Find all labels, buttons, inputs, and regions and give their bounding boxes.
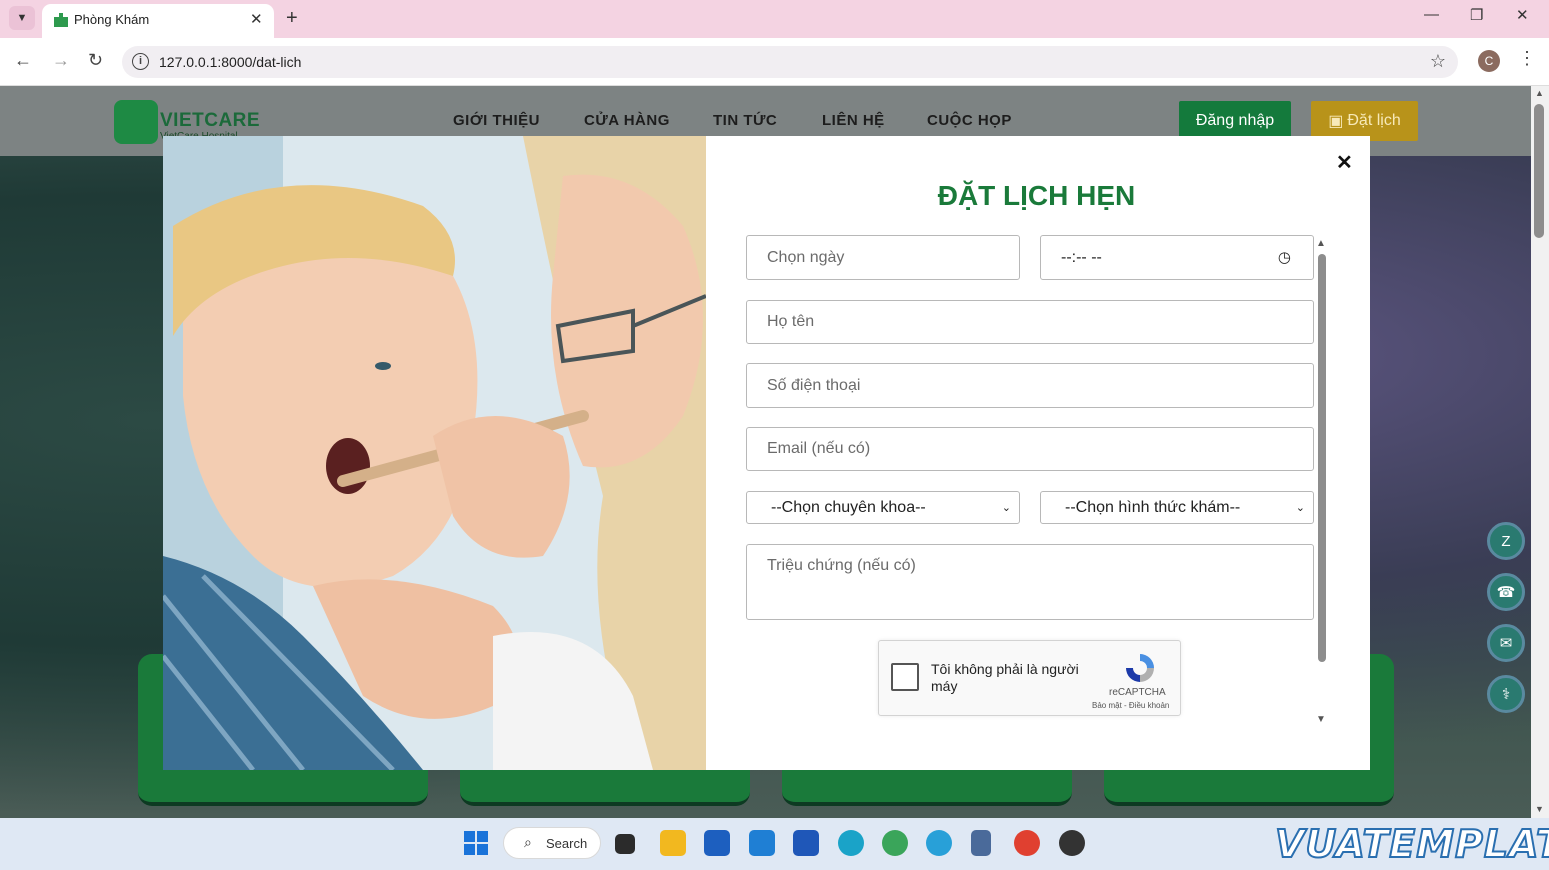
logo-name: VIETCARE: [160, 110, 261, 131]
tab-title: Phòng Khám: [74, 12, 150, 27]
booking-modal: ✕ ĐẶT LỊCH HẸN Chọn ngày --:-- -- ◷ Họ t…: [163, 136, 1370, 770]
specialty-select-value: --Chọn chuyên khoa--: [771, 498, 926, 516]
clock-icon[interactable]: ◷: [1278, 248, 1291, 266]
symptoms-textarea[interactable]: Triệu chứng (nếu có): [746, 544, 1314, 620]
exam-type-select-value: --Chọn hình thức khám--: [1065, 498, 1241, 516]
web-page: VIETCARE VietCare Hospital GIỚI THIỆU CỬ…: [0, 86, 1531, 818]
new-tab-button[interactable]: +: [286, 7, 298, 30]
modal-close-icon[interactable]: ✕: [1336, 150, 1353, 175]
page-scrollbar[interactable]: ▲ ▼: [1531, 86, 1549, 818]
windows-taskbar: ⌕ Search VUATEMPLATE: [0, 818, 1549, 870]
tab-close-icon[interactable]: ✕: [250, 10, 263, 28]
file-explorer-icon[interactable]: [660, 830, 686, 856]
page-scroll-up-icon[interactable]: ▲: [1535, 88, 1544, 98]
recaptcha-checkbox[interactable]: [891, 663, 919, 691]
browser-tab-bar: ▼ Phòng Khám ✕ + — ❐ ✕: [0, 0, 1549, 38]
tab-search-button[interactable]: ▼: [9, 6, 35, 30]
page-scrollbar-thumb[interactable]: [1534, 104, 1544, 238]
login-button[interactable]: Đăng nhập: [1179, 101, 1291, 141]
address-bar[interactable]: i 127.0.0.1:8000/dat-lich ☆: [122, 46, 1458, 78]
profile-avatar[interactable]: C: [1478, 50, 1500, 72]
app-icon[interactable]: [1059, 830, 1085, 856]
url-text[interactable]: 127.0.0.1:8000/dat-lich: [159, 54, 301, 70]
nav-cuoc-hop[interactable]: CUỘC HỌP: [927, 112, 1012, 129]
doctor-child-photo: [163, 136, 706, 770]
email-input[interactable]: Email (nếu có): [746, 427, 1314, 471]
microsoft-store-icon[interactable]: [704, 830, 730, 856]
logo-cross-icon: [114, 100, 158, 144]
word-icon[interactable]: [793, 830, 819, 856]
doctor-examining-child-illustration: [163, 136, 706, 770]
notepad-icon[interactable]: [971, 830, 991, 856]
modal-scroll-down-icon[interactable]: ▼: [1316, 714, 1326, 725]
nav-tin-tuc[interactable]: TIN TỨC: [713, 112, 777, 129]
chrome-icon[interactable]: [1014, 830, 1040, 856]
nav-gioi-thieu[interactable]: GIỚI THIỆU: [453, 112, 540, 129]
vscode-icon[interactable]: [749, 830, 775, 856]
forward-button[interactable]: →: [52, 50, 70, 71]
zalo-icon[interactable]: Z: [1487, 522, 1525, 560]
edge-icon[interactable]: [838, 830, 864, 856]
watermark-logo: VUATEMPLATE: [1274, 821, 1549, 867]
exam-type-select[interactable]: --Chọn hình thức khám-- ⌄: [1040, 491, 1314, 524]
minimize-button[interactable]: —: [1424, 6, 1439, 23]
taskbar-search-label: Search: [546, 836, 588, 851]
modal-title: ĐẶT LỊCH HẸN: [937, 180, 1136, 211]
recaptcha-brand: reCAPTCHA: [1109, 687, 1166, 698]
recaptcha-widget: Tôi không phải là người máy reCAPTCHA Bả…: [878, 640, 1181, 716]
calendar-icon: ▣: [1328, 113, 1344, 130]
page-scroll-down-icon[interactable]: ▼: [1535, 804, 1544, 814]
search-icon: ⌕: [524, 834, 532, 850]
modal-scrollbar-thumb[interactable]: [1318, 254, 1326, 662]
restore-button[interactable]: ❐: [1470, 6, 1483, 24]
nav-cua-hang[interactable]: CỬA HÀNG: [584, 112, 670, 129]
taskbar-search[interactable]: ⌕ Search: [503, 827, 601, 859]
time-input[interactable]: --:-- -- ◷: [1040, 235, 1314, 280]
specialty-select[interactable]: --Chọn chuyên khoa-- ⌄: [746, 491, 1020, 524]
window-close-button[interactable]: ✕: [1516, 6, 1529, 24]
chrome-profile-icon[interactable]: [882, 830, 908, 856]
booking-button-label: Đặt lịch: [1347, 112, 1401, 129]
time-input-value: --:-- --: [1061, 248, 1102, 266]
modal-scroll-up-icon[interactable]: ▲: [1316, 238, 1326, 249]
bookmark-star-icon[interactable]: ☆: [1430, 51, 1446, 72]
back-button[interactable]: ←: [14, 50, 32, 71]
recaptcha-label: Tôi không phải là người máy: [931, 661, 1079, 694]
browser-menu-icon[interactable]: ⋮: [1518, 48, 1536, 69]
browser-tab[interactable]: Phòng Khám ✕: [42, 4, 274, 38]
site-info-icon[interactable]: i: [132, 53, 149, 70]
chevron-down-icon: ⌄: [1001, 502, 1011, 514]
chevron-down-icon: ⌄: [1295, 502, 1305, 514]
phone-icon[interactable]: ☎: [1487, 573, 1525, 611]
phone-input[interactable]: Số điện thoại: [746, 363, 1314, 408]
task-view-icon[interactable]: [615, 834, 635, 854]
stethoscope-icon[interactable]: ⚕: [1487, 675, 1525, 713]
app-icon[interactable]: [926, 830, 952, 856]
booking-button[interactable]: ▣ Đặt lịch: [1311, 101, 1418, 141]
windows-start-icon[interactable]: [464, 831, 488, 855]
nav-lien-he[interactable]: LIÊN HỆ: [822, 112, 885, 129]
recaptcha-links[interactable]: Bảo mật - Điều khoản: [1092, 701, 1169, 710]
full-name-input[interactable]: Họ tên: [746, 300, 1314, 344]
date-input[interactable]: Chọn ngày: [746, 235, 1020, 280]
browser-toolbar: ← → ↻ i 127.0.0.1:8000/dat-lich ☆ C ⋮: [0, 38, 1549, 86]
messenger-icon[interactable]: ✉: [1487, 624, 1525, 662]
reload-button[interactable]: ↻: [88, 50, 103, 71]
recaptcha-logo-icon: [1126, 654, 1154, 682]
tab-favicon-icon: [54, 13, 68, 27]
